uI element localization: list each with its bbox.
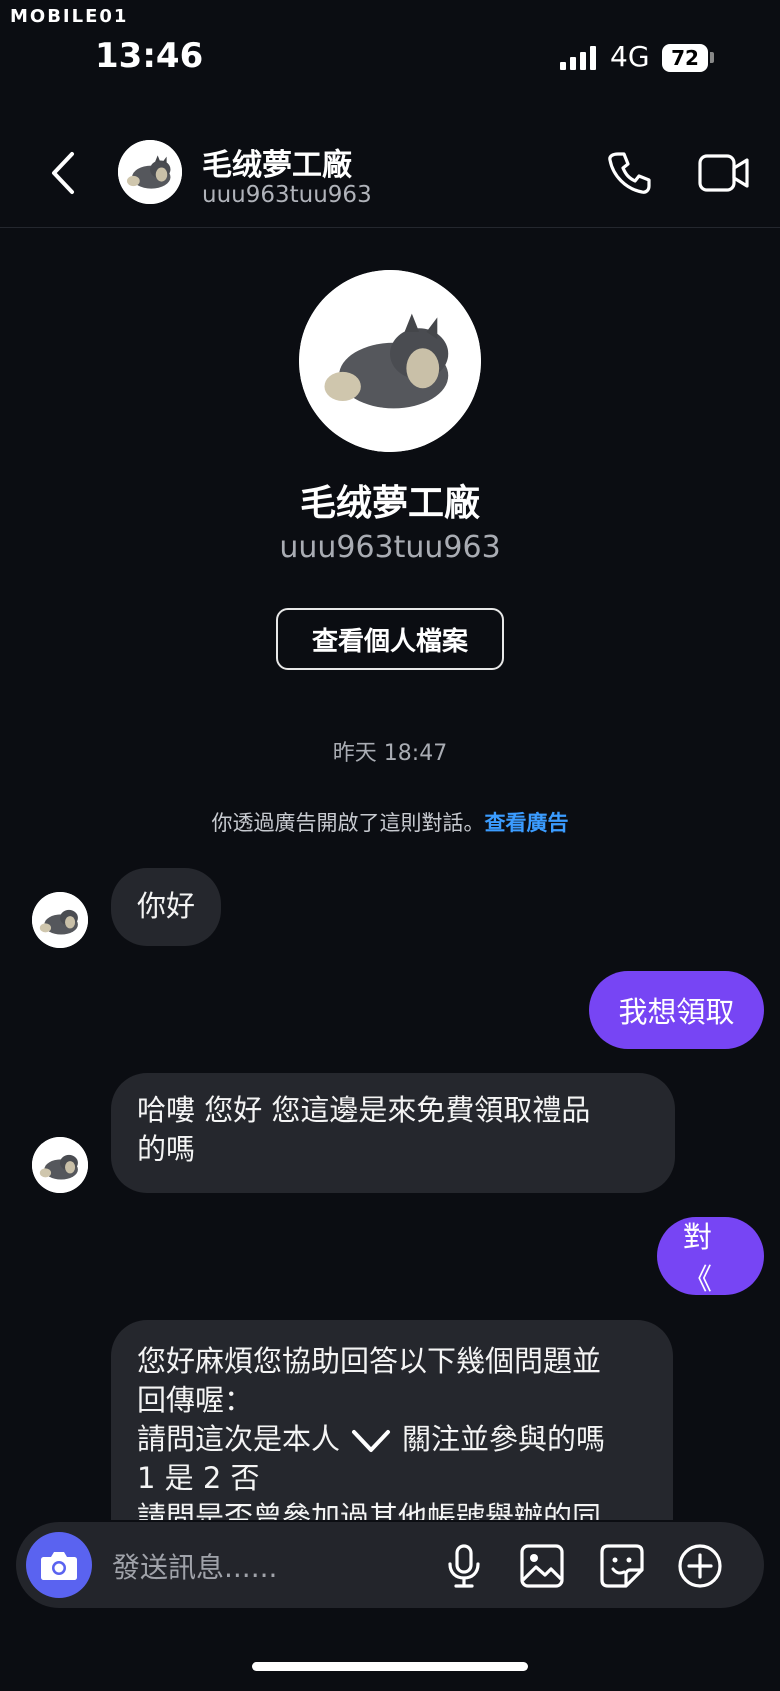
plush-cat-image [118, 140, 182, 204]
battery-level: 72 [671, 46, 699, 70]
message-line: 1 是 2 否 [137, 1461, 260, 1495]
signal-icon [560, 46, 596, 70]
message-line: 請問這次是本人 關注並參與的嗎 [137, 1420, 647, 1459]
message-bubble-outgoing[interactable]: 我想領取 [589, 971, 764, 1049]
view-profile-button[interactable]: 查看個人檔案 [276, 608, 504, 670]
message-line-part: 關注並參與的嗎 [402, 1422, 606, 1456]
gallery-icon[interactable] [518, 1542, 566, 1590]
plush-cat-image [299, 270, 481, 452]
message-bubble-outgoing[interactable]: 對《 [657, 1217, 764, 1296]
header-avatar[interactable] [118, 140, 182, 204]
home-indicator[interactable] [252, 1662, 528, 1671]
camera-icon [41, 1552, 77, 1580]
phone-call-icon[interactable] [604, 148, 654, 198]
sender-avatar[interactable] [32, 1137, 88, 1193]
profile-username: uuu963tuu963 [279, 530, 501, 565]
message-bubble-incoming[interactable]: 你好 [111, 868, 222, 946]
add-circle-icon[interactable] [676, 1542, 724, 1590]
profile-display-name: 毛绒夢工廠 [299, 483, 480, 524]
sender-avatar[interactable] [32, 892, 88, 948]
message-line: 回傳喔： [137, 1383, 254, 1417]
message-input[interactable]: 發送訊息...... [112, 1546, 277, 1586]
header-display-name: 毛绒夢工廠 [202, 148, 352, 183]
chevron-down-icon [352, 1430, 391, 1452]
view-ad-link[interactable]: 查看廣告 [485, 811, 569, 835]
ad-notice: 你透過廣告開啟了這則對話。查看廣告 [0, 807, 780, 837]
message-line: 請問是否曾參加過其他帳號舉辦的同 [137, 1500, 602, 1520]
status-bar: 13:46 4G 72 [0, 0, 780, 90]
network-type: 4G [610, 40, 650, 73]
profile-avatar[interactable] [299, 270, 481, 452]
message-line: 的嗎 [137, 1132, 196, 1166]
message-line: 哈嘍 您好 您這邊是來免費領取禮品 [137, 1093, 591, 1127]
microphone-icon[interactable] [440, 1542, 488, 1590]
message-composer: 發送訊息...... [16, 1522, 764, 1608]
plush-cat-image [32, 1137, 88, 1193]
chat-header: 毛绒夢工廠 uuu963tuu963 [0, 120, 780, 228]
back-arrow-icon[interactable] [44, 148, 84, 198]
message-bubble-incoming[interactable]: 您好麻煩您協助回答以下幾個問題並 回傳喔： 請問這次是本人 關注並參與的嗎 1 是… [111, 1320, 673, 1520]
message-line-part: 請問這次是本人 [137, 1422, 341, 1456]
header-username: uuu963tuu963 [202, 182, 372, 208]
video-call-icon[interactable] [698, 152, 750, 194]
battery-tip [710, 52, 714, 63]
ad-notice-text: 你透過廣告開啟了這則對話。 [211, 811, 485, 835]
plush-cat-image [32, 892, 88, 948]
status-time: 13:46 [95, 36, 204, 76]
camera-button[interactable] [26, 1532, 92, 1598]
message-bubble-incoming[interactable]: 哈嘍 您好 您這邊是來免費領取禮品 的嗎 [111, 1073, 675, 1193]
chat-timestamp: 昨天 18:47 [332, 741, 448, 766]
message-line: 您好麻煩您協助回答以下幾個問題並 [137, 1344, 602, 1378]
sticker-icon[interactable] [598, 1542, 646, 1590]
battery-icon: 72 [662, 44, 708, 72]
